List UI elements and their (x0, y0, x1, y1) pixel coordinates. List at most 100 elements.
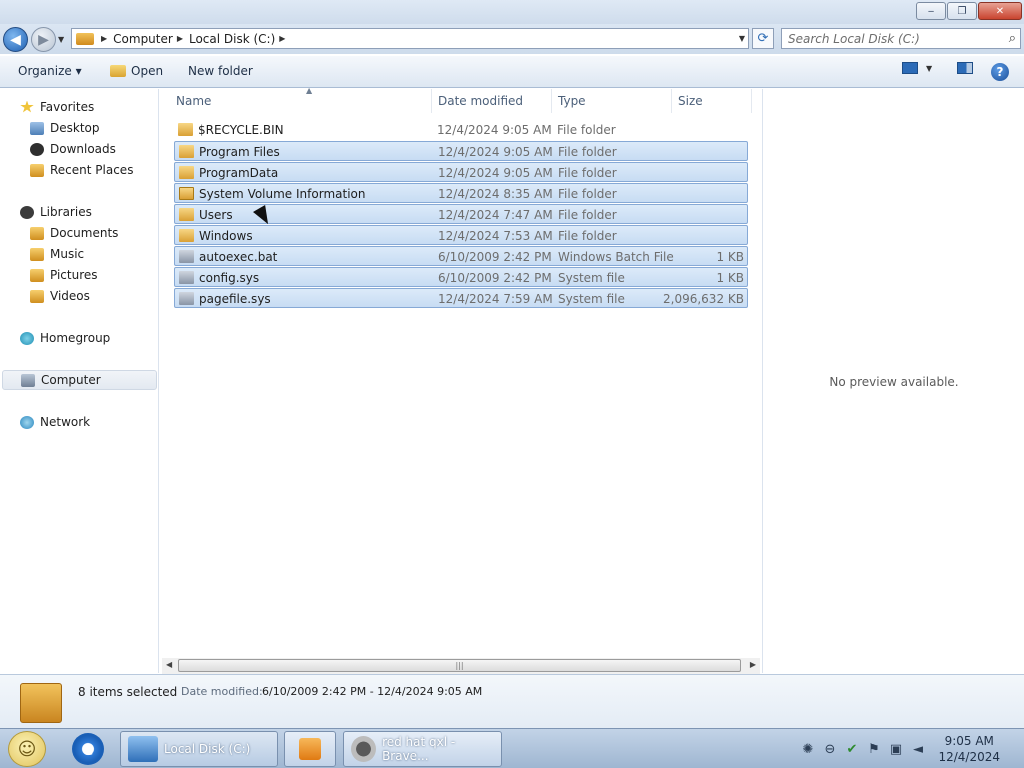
file-date-modified: 12/4/2024 8:35 AM (438, 187, 553, 201)
task-media-player[interactable] (284, 731, 336, 767)
breadcrumb-separator[interactable]: ▶ (101, 34, 107, 43)
security-check-icon[interactable]: ✔ (844, 741, 860, 757)
column-header-date-modified[interactable]: Date modified (432, 89, 552, 113)
nav-videos[interactable]: Videos (0, 286, 157, 306)
nav-downloads[interactable]: Downloads (0, 139, 157, 159)
breadcrumb-local-disk[interactable]: Local Disk (C:) (189, 32, 275, 46)
address-dropdown-icon[interactable]: ▼ (739, 34, 745, 43)
close-button[interactable]: ✕ (978, 2, 1022, 20)
nav-music[interactable]: Music (0, 244, 157, 264)
breadcrumb-separator[interactable]: ▶ (177, 34, 183, 43)
search-input[interactable] (788, 29, 998, 48)
file-list-pane: Name ▲ Date modified Type Size $RECYCLE.… (160, 86, 763, 673)
refresh-button[interactable]: ⟳ (752, 28, 774, 49)
command-bar: Organize ▾ Open New folder ▼ ? (0, 56, 1024, 88)
minimize-button[interactable]: ‒ (916, 2, 946, 20)
nav-network[interactable]: Network (0, 412, 157, 432)
maximize-button[interactable]: ❐ (947, 2, 977, 20)
recent-pages-dropdown[interactable]: ▼ (58, 35, 64, 44)
nav-computer[interactable]: Computer (2, 370, 157, 390)
color-wheel-icon[interactable]: ✺ (800, 741, 816, 757)
system-file-icon (179, 271, 194, 284)
no-preview-message: No preview available. (829, 375, 959, 389)
views-dropdown-icon[interactable]: ▼ (926, 64, 932, 73)
column-header-type[interactable]: Type (552, 89, 672, 113)
file-row[interactable]: ProgramData 12/4/2024 9:05 AM File folder (174, 162, 748, 182)
file-date-modified: 6/10/2009 2:42 PM (438, 271, 552, 285)
date-modified-value: 6/10/2009 2:42 PM - 12/4/2024 9:05 AM (262, 685, 483, 698)
scrollbar-thumb[interactable]: ||| (178, 659, 741, 672)
help-button[interactable]: ? (991, 63, 1009, 81)
folder-icon (179, 229, 194, 242)
nav-recent-places-label: Recent Places (50, 163, 134, 177)
date-modified-label: Date modified: (181, 685, 263, 698)
nav-pictures[interactable]: Pictures (0, 265, 157, 285)
network-tray-icon[interactable]: ▣ (888, 741, 904, 757)
column-header-name[interactable]: Name ▲ (170, 86, 432, 113)
scroll-left-icon[interactable]: ◀ (166, 660, 172, 669)
new-folder-button[interactable]: New folder (188, 64, 253, 78)
file-name: $RECYCLE.BIN (198, 123, 284, 137)
column-size-label: Size (678, 94, 703, 108)
column-header-size[interactable]: Size (672, 89, 752, 113)
breadcrumb-computer[interactable]: Computer (113, 32, 173, 46)
column-date-label: Date modified (438, 94, 524, 108)
nav-desktop[interactable]: Desktop (0, 118, 157, 138)
forward-button[interactable]: ▶ (31, 27, 56, 52)
breadcrumb-separator[interactable]: ▶ (279, 34, 285, 43)
nav-computer-label: Computer (41, 373, 101, 387)
minus-circle-icon[interactable]: ⊖ (822, 741, 838, 757)
file-type: File folder (558, 208, 617, 222)
file-date-modified: 12/4/2024 9:05 AM (438, 166, 553, 180)
file-name: Program Files (199, 145, 280, 159)
computer-icon (21, 373, 35, 387)
file-date-modified: 12/4/2024 7:53 AM (438, 229, 553, 243)
folder-icon (179, 166, 194, 179)
file-row[interactable]: config.sys 6/10/2009 2:42 PM System file 1 … (174, 267, 748, 287)
window-controls: ‒ ❐ ✕ (915, 2, 1022, 20)
help-icon: ? (991, 63, 1009, 81)
organize-button[interactable]: Organize ▾ (18, 64, 82, 78)
recent-places-icon (30, 163, 44, 177)
taskbar: ☺ e Local Disk (C:) red hat qxl - Brave.… (0, 728, 1024, 768)
file-type: File folder (558, 229, 617, 243)
views-icon (902, 62, 918, 74)
task-brave-browser[interactable]: red hat qxl - Brave... (343, 731, 502, 767)
file-row[interactable]: autoexec.bat 6/10/2009 2:42 PM Windows Bat… (174, 246, 748, 266)
nav-libraries[interactable]: Libraries (0, 202, 157, 222)
nav-downloads-label: Downloads (50, 142, 116, 156)
back-button[interactable]: ◀ (3, 27, 28, 52)
file-date-modified: 12/4/2024 7:59 AM (438, 292, 553, 306)
volume-icon[interactable]: ◄ (910, 741, 926, 757)
nav-homegroup[interactable]: Homegroup (0, 328, 157, 348)
address-bar[interactable]: ▶ Computer ▶ Local Disk (C:) ▶ ▼ (71, 28, 749, 49)
scroll-right-icon[interactable]: ▶ (750, 660, 756, 669)
nav-recent-places[interactable]: Recent Places (0, 160, 157, 180)
nav-homegroup-label: Homegroup (40, 331, 111, 345)
preview-pane-button[interactable] (957, 62, 973, 74)
open-button[interactable]: Open (110, 64, 163, 78)
homegroup-icon (20, 331, 34, 345)
preview-pane-icon (957, 62, 973, 74)
task-local-disk[interactable]: Local Disk (C:) (120, 731, 278, 767)
clock[interactable]: 9:05 AM 12/4/2024 (938, 733, 1000, 765)
nav-favorites[interactable]: Favorites (0, 97, 157, 117)
file-row[interactable]: Windows 12/4/2024 7:53 AM File folder (174, 225, 748, 245)
videos-icon (30, 289, 44, 303)
file-size: 1 KB (716, 271, 744, 285)
search-icon[interactable]: ⌕ (1009, 31, 1016, 46)
horizontal-scrollbar[interactable]: ◀ ||| ▶ (162, 658, 760, 674)
file-row[interactable]: Program Files 12/4/2024 9:05 AM File folde… (174, 141, 748, 161)
preview-pane: No preview available. (764, 89, 1024, 673)
start-button[interactable]: ☺ (8, 731, 46, 767)
nav-documents[interactable]: Documents (0, 223, 157, 243)
file-row[interactable]: System Volume Information 12/4/2024 8:35 … (174, 183, 748, 203)
change-view-button[interactable]: ▼ (902, 62, 932, 74)
search-box[interactable]: ⌕ (781, 28, 1021, 49)
pictures-icon (30, 268, 44, 282)
internet-explorer-icon[interactable]: e (72, 733, 104, 765)
action-center-flag-icon[interactable]: ⚑ (866, 741, 882, 757)
file-row[interactable]: pagefile.sys 12/4/2024 7:59 AM System file… (174, 288, 748, 308)
file-row[interactable]: $RECYCLE.BIN 12/4/2024 9:05 AM File folder (174, 120, 748, 140)
open-folder-icon (110, 65, 126, 77)
